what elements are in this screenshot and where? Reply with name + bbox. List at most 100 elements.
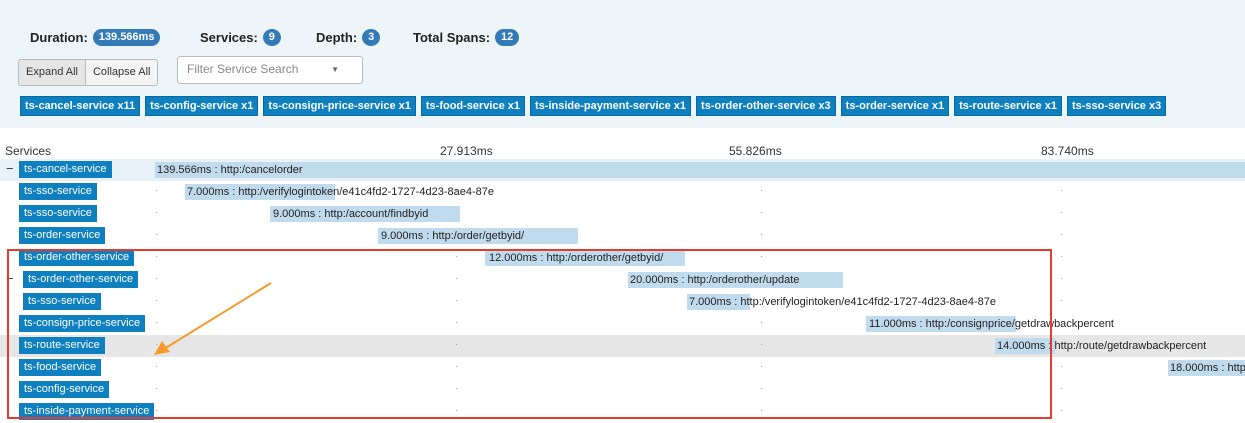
service-name-tag[interactable]: ts-food-service xyxy=(19,359,102,376)
grid-marker: · xyxy=(760,207,764,218)
span-label: 139.566ms : http:/cancelorder xyxy=(157,164,303,176)
service-name-tag[interactable]: ts-config-service xyxy=(19,381,110,398)
span-duration-bar[interactable] xyxy=(155,162,1245,178)
service-name-tag[interactable]: ts-sso-service xyxy=(23,293,101,310)
time-tick-1: 27.913ms xyxy=(440,144,493,158)
collapse-toggle-icon[interactable]: − xyxy=(6,161,14,176)
service-filter-chip[interactable]: ts-order-other-service x3 xyxy=(696,96,836,116)
span-row[interactable]: ts-config-service · · · · xyxy=(0,379,1245,401)
grid-marker: · xyxy=(760,185,764,196)
expand-collapse-group: Expand All Collapse All xyxy=(18,59,159,86)
spans-stat: Total Spans: 12 xyxy=(413,29,520,46)
grid-marker: · xyxy=(455,339,459,350)
depth-stat: Depth: 3 xyxy=(316,29,381,46)
grid-marker: · xyxy=(155,251,159,262)
chevron-down-icon: ▼ xyxy=(331,65,339,74)
service-filter-chip[interactable]: ts-inside-payment-service x1 xyxy=(530,96,692,116)
grid-marker: · xyxy=(155,185,159,196)
duration-label: Duration: xyxy=(30,30,88,45)
span-label: 9.000ms : http:/order/getbyid/ xyxy=(381,230,525,242)
grid-marker: · xyxy=(155,405,159,416)
services-badge: 9 xyxy=(262,29,281,46)
grid-marker: · xyxy=(1060,251,1064,262)
span-label: 7.000ms : http:/verifylogintoken/e41c4fd… xyxy=(187,186,494,198)
collapse-all-button[interactable]: Collapse All xyxy=(85,59,159,86)
grid-marker: · xyxy=(1060,383,1064,394)
span-row[interactable]: ts-order-service····9.000ms : http:/orde… xyxy=(0,225,1245,247)
span-row[interactable]: ts-order-other-service · · · · 12.000ms : htt… xyxy=(0,247,1245,269)
grid-marker: · xyxy=(760,229,764,240)
grid-marker: · xyxy=(1060,273,1064,284)
grid-marker: · xyxy=(1060,229,1064,240)
grid-marker: · xyxy=(760,317,764,328)
grid-marker: · xyxy=(455,273,459,284)
expand-all-button[interactable]: Expand All xyxy=(18,59,86,86)
grid-marker: · xyxy=(455,405,459,416)
grid-marker: · xyxy=(455,317,459,328)
service-name-tag[interactable]: ts-inside-payment-service xyxy=(19,403,155,420)
grid-marker: · xyxy=(455,251,459,262)
span-row[interactable]: ts-food-service · · · · 18.000ms : http: xyxy=(0,357,1245,379)
collapse-toggle-icon[interactable]: − xyxy=(6,271,14,286)
service-name-tag[interactable]: ts-order-service xyxy=(19,227,106,244)
service-name-tag[interactable]: ts-sso-service xyxy=(19,183,97,200)
service-filter-select[interactable]: Filter Service Search ▼ xyxy=(177,56,363,84)
grid-marker: · xyxy=(455,361,459,372)
arrow-annotation-icon xyxy=(154,282,272,355)
spans-badge: 12 xyxy=(495,29,520,46)
service-filter-chip[interactable]: ts-cancel-service x11 xyxy=(20,96,141,116)
grid-marker: · xyxy=(760,383,764,394)
span-label: 11.000ms : http:/consignprice/getdrawbac… xyxy=(869,318,1114,330)
span-label: 9.000ms : http:/account/findbyid xyxy=(273,208,429,220)
grid-marker: · xyxy=(760,361,764,372)
grid-marker: · xyxy=(1060,207,1064,218)
span-row[interactable]: ts-sso-service · · · · 7.000ms : http:/verify… xyxy=(0,181,1245,203)
span-label: 12.000ms : http:/orderother/getbyid/ xyxy=(489,252,664,264)
grid-marker: · xyxy=(1060,405,1064,416)
service-name-tag[interactable]: ts-order-other-service xyxy=(19,249,135,266)
services-stat: Services: 9 xyxy=(200,29,281,46)
service-filter-chip[interactable]: ts-consign-price-service x1 xyxy=(263,96,416,116)
service-chip-list: ts-cancel-service x11 ts-config-service x… xyxy=(20,96,1167,116)
span-row[interactable]: ts-inside-payment-service · · · · xyxy=(0,401,1245,423)
grid-marker: · xyxy=(1060,185,1064,196)
span-row[interactable]: ts-sso-service····9.000ms : http:/accoun… xyxy=(0,203,1245,225)
spans-label: Total Spans: xyxy=(413,30,491,45)
span-label: 7.000ms : http:/verifylogintoken/e41c4fd… xyxy=(689,296,996,308)
service-filter-chip[interactable]: ts-route-service x1 xyxy=(954,96,1062,116)
grid-marker: · xyxy=(1060,295,1064,306)
grid-marker: · xyxy=(455,383,459,394)
grid-marker: · xyxy=(760,339,764,350)
grid-marker: · xyxy=(155,361,159,372)
grid-marker: · xyxy=(455,295,459,306)
time-tick-3: 83.740ms xyxy=(1041,144,1094,158)
service-name-tag[interactable]: ts-order-other-service xyxy=(23,271,139,288)
service-name-tag[interactable]: ts-consign-price-service xyxy=(19,315,146,332)
grid-marker: · xyxy=(155,207,159,218)
service-filter-chip[interactable]: ts-order-service x1 xyxy=(840,96,950,116)
services-column-header: Services xyxy=(5,144,52,158)
grid-marker: · xyxy=(155,229,159,240)
span-label: 20.000ms : http:/orderother/update xyxy=(630,274,800,286)
span-label: 18.000ms : http: xyxy=(1170,362,1245,374)
duration-stat: Duration: 139.566ms xyxy=(30,29,161,46)
services-label: Services: xyxy=(200,30,258,45)
service-filter-chip[interactable]: ts-food-service x1 xyxy=(420,96,526,116)
service-filter-chip[interactable]: ts-sso-service x3 xyxy=(1066,96,1167,116)
duration-badge: 139.566ms xyxy=(92,29,161,46)
service-name-tag[interactable]: ts-cancel-service xyxy=(19,161,112,178)
grid-marker: · xyxy=(155,383,159,394)
span-row[interactable]: −ts-cancel-service····139.566ms : http:/… xyxy=(0,159,1245,181)
grid-marker: · xyxy=(1060,361,1064,372)
time-tick-2: 55.826ms xyxy=(729,144,782,158)
service-name-tag[interactable]: ts-sso-service xyxy=(19,205,97,222)
grid-marker: · xyxy=(760,251,764,262)
depth-badge: 3 xyxy=(362,29,381,46)
service-name-tag[interactable]: ts-route-service xyxy=(19,337,105,354)
span-label: 14.000ms : http:/route/getdrawbackpercen… xyxy=(997,340,1207,352)
trace-summary-panel: Duration: 139.566ms Services: 9 Depth: 3… xyxy=(0,0,1245,128)
service-filter-chip[interactable]: ts-config-service x1 xyxy=(145,96,259,116)
filter-placeholder: Filter Service Search xyxy=(187,62,299,76)
depth-label: Depth: xyxy=(316,30,358,45)
grid-marker: · xyxy=(760,405,764,416)
